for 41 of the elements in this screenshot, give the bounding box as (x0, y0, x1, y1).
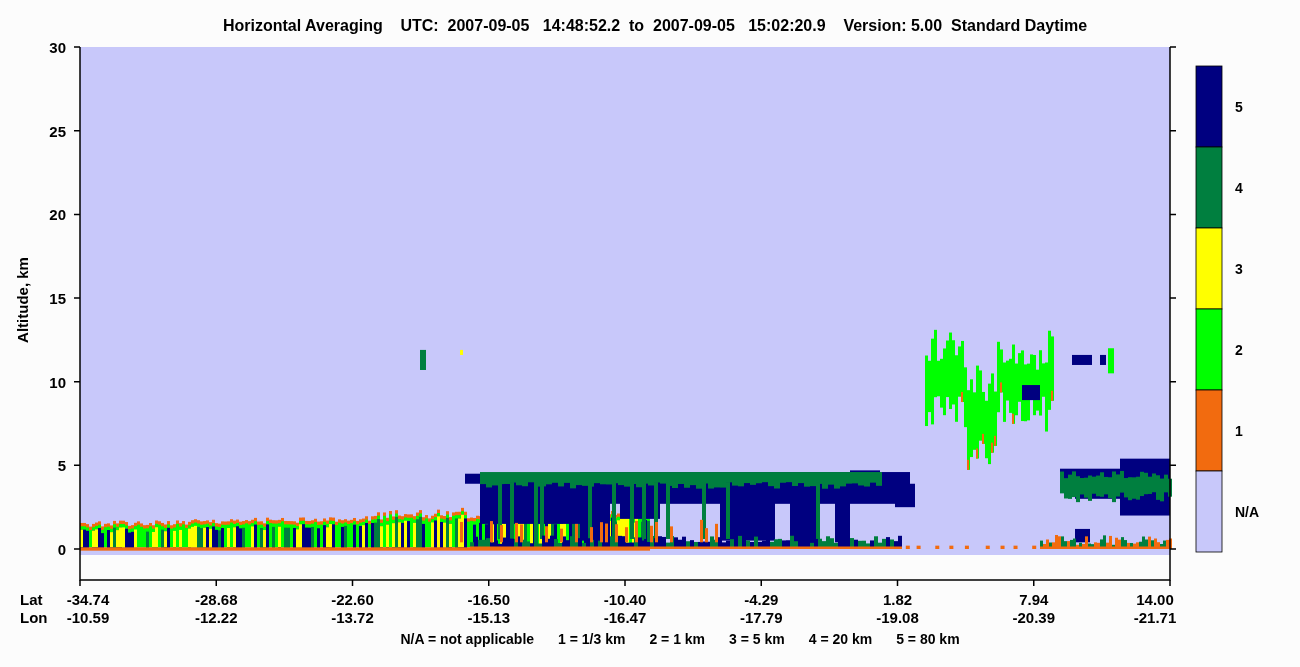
tick-label: 10 (49, 373, 66, 391)
tick-label: 5 (57, 457, 66, 475)
axis-row-label: Lat (20, 591, 43, 608)
tick-label: -4.29 (744, 591, 779, 608)
tick-label: 15 (49, 290, 66, 308)
legend-entry: 5 = 80 km (896, 631, 960, 647)
colorbar-label: 4 (1235, 179, 1243, 196)
tick-label: 30 (49, 39, 66, 57)
tick-label: 25 (49, 122, 66, 140)
tick-label: -10.40 (603, 591, 647, 608)
legend-entry: 3 = 5 km (729, 631, 785, 647)
tick-label: 1.82 (882, 591, 913, 608)
axis-row-label: Lon (20, 609, 48, 625)
axis-label: Altitude, km (14, 257, 31, 343)
tick-label: 0 (57, 541, 66, 558)
tick-label: -13.72 (331, 609, 374, 625)
tick-label: 7.94 (1019, 591, 1049, 608)
tick-label: -16.50 (467, 591, 510, 608)
colorbar-label: 2 (1235, 341, 1243, 358)
tick-label: -20.39 (1012, 609, 1055, 625)
tick-label: -22.60 (331, 591, 374, 608)
legend-entry: N/A = not applicable (400, 631, 535, 647)
colorbar-label: 5 (1235, 98, 1243, 115)
tick-label: -34.74 (66, 591, 110, 608)
tick-label: -12.22 (195, 609, 238, 625)
tick-label: -21.71 (1133, 609, 1177, 625)
legend-entry: 1 = 1/3 km (558, 631, 626, 647)
tick-label: -10.59 (66, 609, 110, 625)
tick-label: -28.68 (195, 591, 238, 608)
tick-label: -17.79 (740, 609, 783, 625)
legend-entry: 4 = 20 km (808, 631, 873, 647)
tick-label: -19.08 (876, 609, 919, 625)
colorbar-label: 3 (1235, 260, 1243, 277)
tick-label: -15.13 (467, 609, 510, 625)
tick-label: 20 (49, 206, 66, 224)
legend-entry: 2 = 1 km (649, 631, 706, 647)
tick-label: -16.47 (603, 609, 647, 625)
colorbar-label: 1 (1235, 422, 1243, 439)
colorbar-label: N/A (1235, 503, 1260, 520)
tick-label: 14.00 (1136, 591, 1174, 608)
plot-title: Horizontal Averaging UTC: 2007-09-05 14:48:52.2 to 2007-09-05 15:02:20.9 Version: 5.00 Standard Daytime (221, 16, 1089, 35)
